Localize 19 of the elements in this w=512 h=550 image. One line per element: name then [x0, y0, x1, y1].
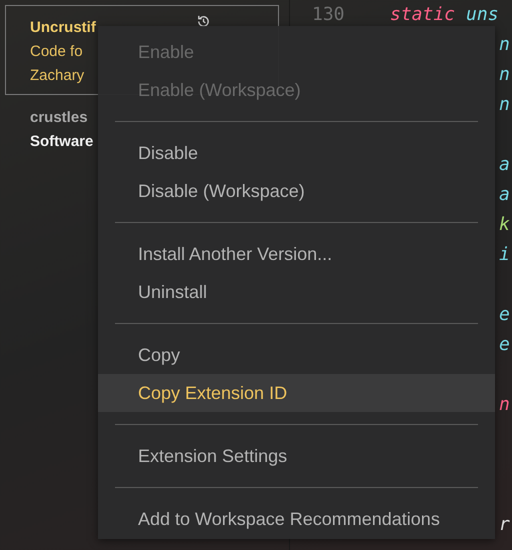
code-token: uns — [466, 3, 499, 27]
code-token: r — [499, 513, 510, 537]
extension-name: crustles — [30, 108, 88, 128]
code-token: n — [499, 93, 510, 117]
code-token: n — [499, 393, 510, 417]
extension-publisher: Zachary — [30, 66, 84, 86]
extension-name: Uncrustif — [30, 18, 96, 38]
code-token: n — [499, 63, 510, 87]
code-token: e — [499, 333, 510, 357]
code-token: e — [499, 303, 510, 327]
extension-description: Software — [30, 132, 94, 152]
code-token: static — [390, 3, 456, 27]
line-number: 130 — [312, 3, 346, 27]
code-token: a — [499, 153, 510, 177]
code-token: i — [499, 243, 510, 267]
code-token: k — [499, 213, 510, 237]
code-token: a — [499, 183, 510, 207]
extension-description: Code fo — [30, 42, 83, 62]
code-token: n — [499, 33, 510, 57]
